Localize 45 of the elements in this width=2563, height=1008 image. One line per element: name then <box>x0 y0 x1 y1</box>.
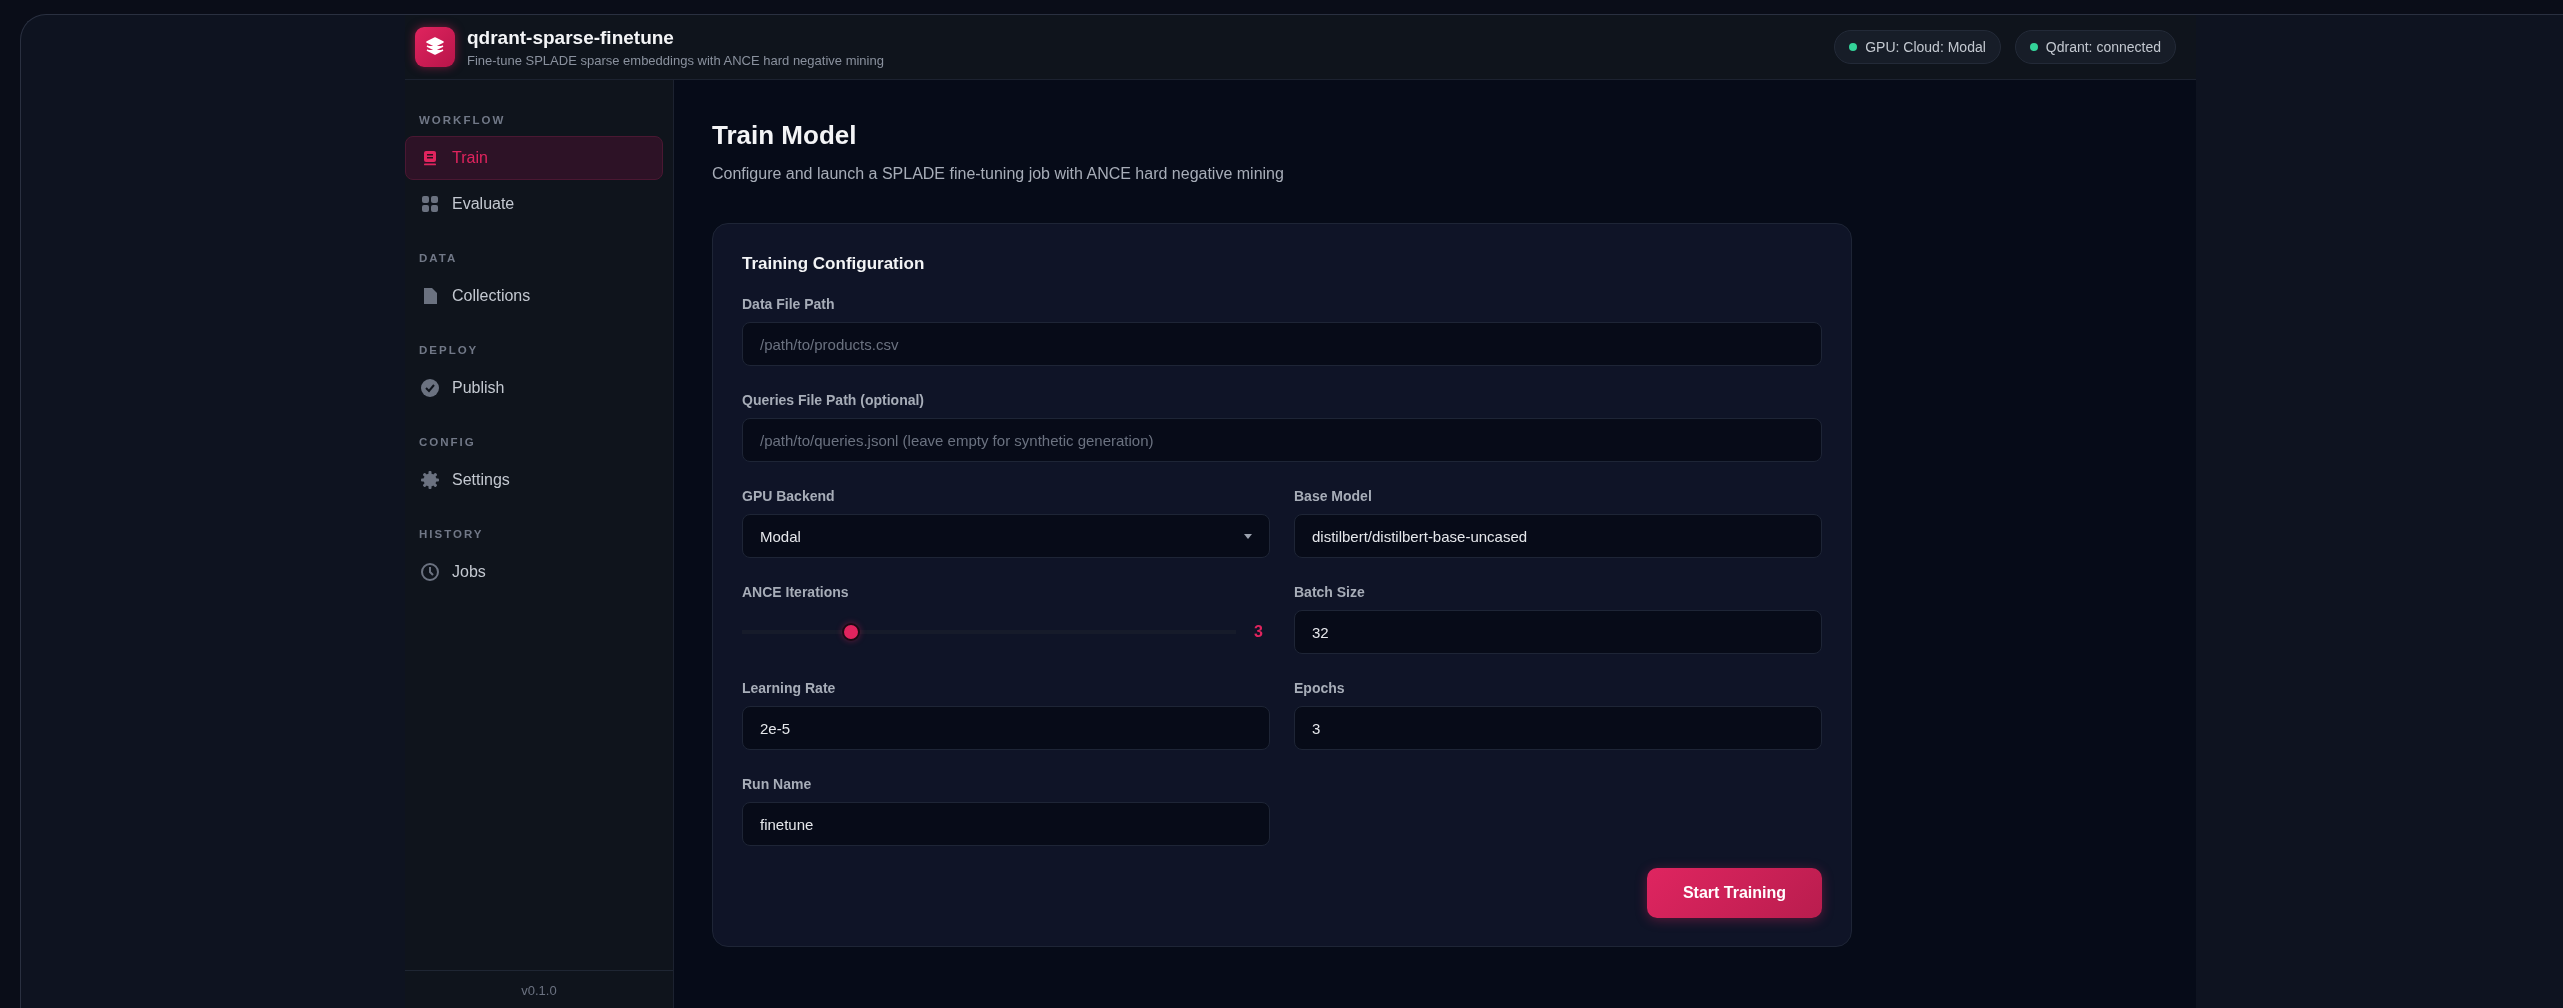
card-title: Training Configuration <box>742 254 926 274</box>
field-label: Base Model <box>1294 488 1373 504</box>
page-title: Train Model <box>712 120 858 151</box>
sidebar-item[interactable]: Settings <box>405 458 663 502</box>
text-field[interactable]: finetune <box>742 802 1270 846</box>
status-label: Qdrant: connected <box>2045 39 2161 55</box>
section-heading: HISTORY <box>418 528 485 540</box>
page-subtitle: Configure and launch a SPLADE fine-tuning job with ANCE hard negative mining <box>712 165 1285 183</box>
field-label: Learning Rate <box>742 680 837 696</box>
check-circle-icon <box>420 378 440 398</box>
field-label: Epochs <box>1294 680 1346 696</box>
clock-icon <box>420 562 440 582</box>
sidebar-item[interactable]: Evaluate <box>405 182 663 226</box>
text-field[interactable]: /path/to/queries.jsonl (leave empty for synthetic generation) <box>742 418 1822 462</box>
section-heading: CONFIG <box>418 436 477 448</box>
field-label: Run Name <box>742 776 813 792</box>
gear-icon <box>420 470 440 490</box>
sidebar-item[interactable]: Collections <box>405 274 663 318</box>
field-label: Data File Path <box>742 296 836 312</box>
app-subtitle: Fine-tune SPLADE sparse embeddings with ANCE hard negative mining <box>467 52 885 68</box>
sidebar-item[interactable]: Jobs <box>405 550 663 594</box>
sidebar-item[interactable]: Publish <box>405 366 663 410</box>
field-label: ANCE Iterations <box>742 584 850 600</box>
grid-icon <box>420 194 440 214</box>
version-label: v0.1.0 <box>521 982 557 998</box>
text-field[interactable]: distilbert/distilbert-base-uncased <box>1294 514 1822 558</box>
field-label: GPU Backend <box>742 488 836 504</box>
caret-icon <box>1244 533 1252 539</box>
app-title: qdrant-sparse-finetune <box>467 26 675 49</box>
sidebar-item[interactable]: Train <box>405 136 663 180</box>
section-heading: WORKFLOW <box>418 114 507 126</box>
layers-logo-icon <box>415 27 455 67</box>
text-field[interactable]: 2e-5 <box>742 706 1270 750</box>
text-field[interactable]: 32 <box>1294 610 1822 654</box>
section-heading: DATA <box>418 252 459 264</box>
text-field[interactable]: /path/to/products.csv <box>742 322 1822 366</box>
start-training-button[interactable]: Start Training <box>1646 868 1822 918</box>
text-field[interactable]: 3 <box>1294 706 1822 750</box>
slider-thumb[interactable] <box>841 623 860 641</box>
slider-value: 3 <box>1254 623 1264 641</box>
field-label: Queries File Path (optional) <box>742 392 926 408</box>
field-label: Batch Size <box>1294 584 1366 600</box>
section-heading: DEPLOY <box>418 344 480 356</box>
status-label: GPU: Cloud: Modal <box>1865 39 1986 55</box>
dropdown[interactable]: Modal <box>742 514 1270 558</box>
